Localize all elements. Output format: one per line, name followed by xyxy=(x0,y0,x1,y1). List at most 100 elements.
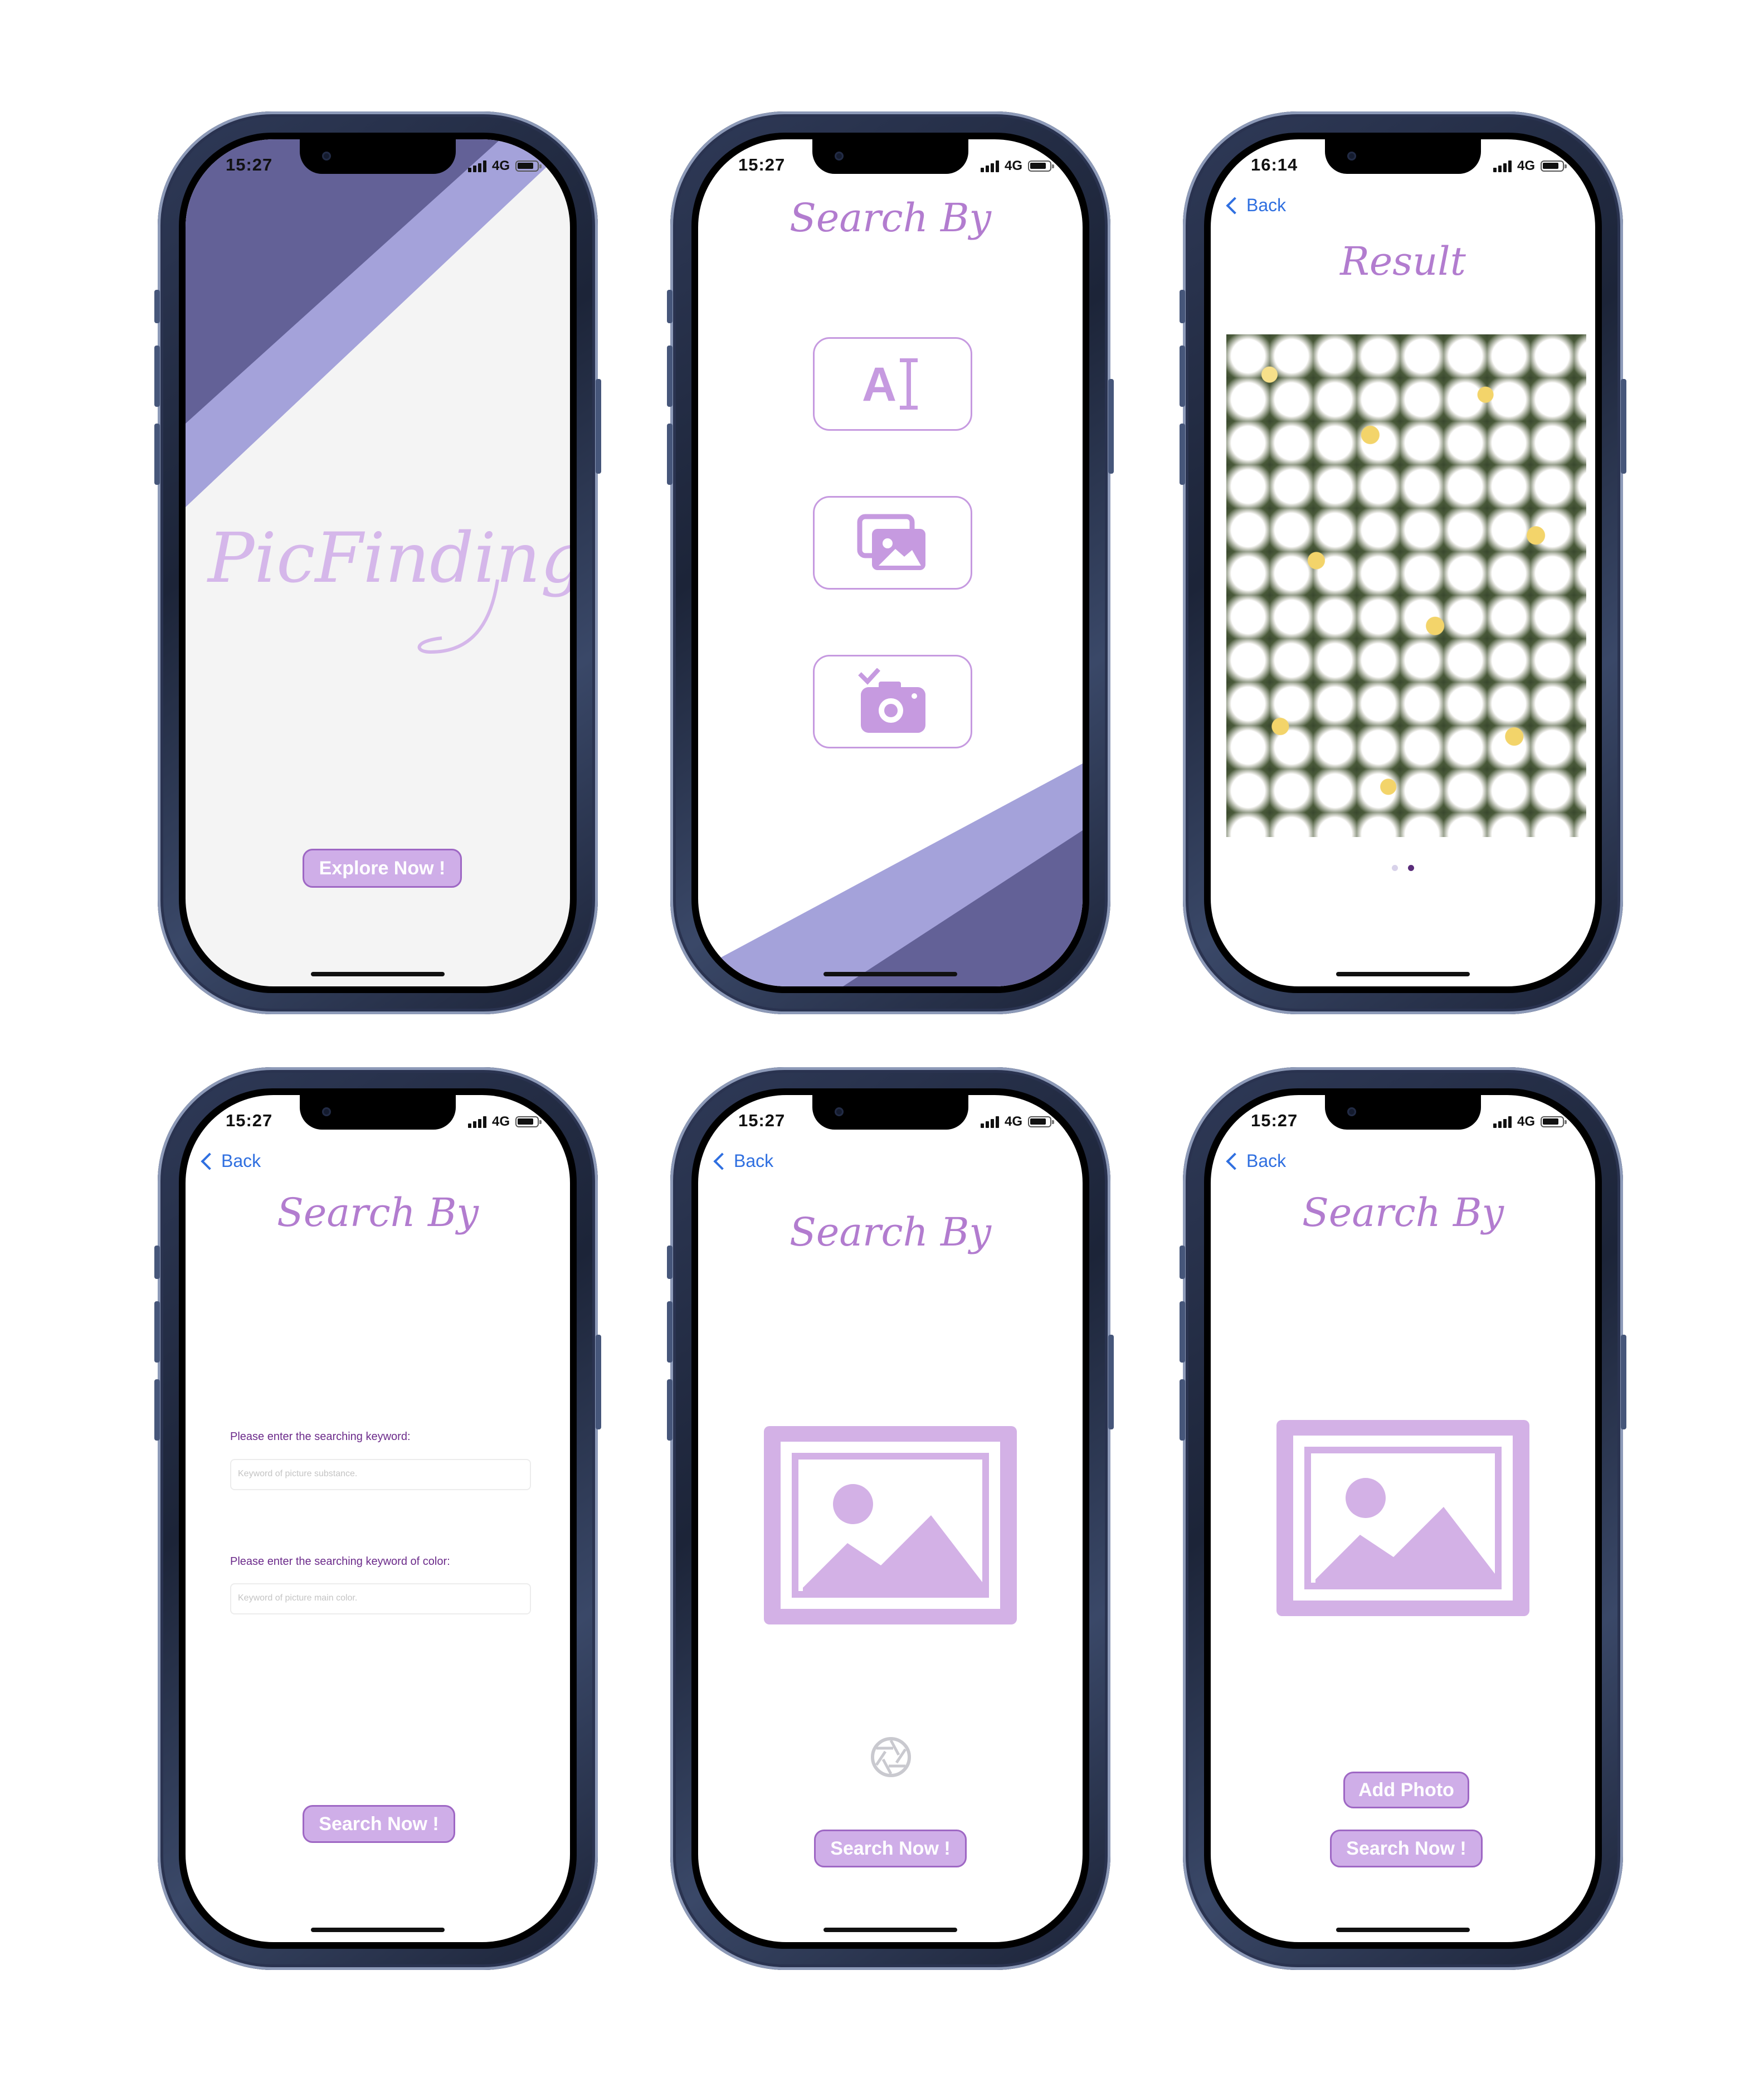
text-search-icon: A xyxy=(862,358,918,411)
explore-button[interactable]: Explore Now ! xyxy=(303,849,462,888)
back-label: Back xyxy=(734,1151,774,1171)
back-label: Back xyxy=(1246,1151,1287,1171)
screen: 15:27 4G PicFinding Explore Now ! xyxy=(179,133,577,993)
phone-side-button xyxy=(1180,1246,1185,1279)
front-camera xyxy=(835,1107,844,1116)
network-type: 4G xyxy=(1517,158,1535,173)
phone-camera-search: 15:27 4G Back Search By Search Now ! xyxy=(667,1067,1114,1970)
phone-side-button xyxy=(1108,1335,1114,1429)
page-indicator[interactable] xyxy=(1211,865,1595,871)
page-title: Search By xyxy=(276,1190,479,1235)
phone-side-button xyxy=(596,1335,601,1429)
search-now-button[interactable]: Search Now ! xyxy=(814,1830,967,1867)
welcome-display: 15:27 4G PicFinding Explore Now ! xyxy=(186,139,570,986)
phone-side-button xyxy=(1180,1301,1185,1363)
network-type: 4G xyxy=(491,158,510,173)
search-menu-display: 15:27 4G Search By A xyxy=(698,139,1083,986)
phone-keyword-search: 15:27 4G Back Search By Please enter the… xyxy=(154,1067,601,1970)
battery-icon xyxy=(515,1116,542,1127)
phone-side-button xyxy=(154,346,160,407)
back-button[interactable]: Back xyxy=(198,1151,261,1171)
chevron-left-icon xyxy=(201,1152,218,1170)
signal-icon xyxy=(1493,160,1512,172)
screen: 15:27 4G Back Search By Search Now ! xyxy=(691,1088,1089,1949)
signal-icon xyxy=(1493,1116,1512,1128)
phone-result: 16:14 4G Back Result xyxy=(1180,111,1626,1014)
page-dot-active[interactable] xyxy=(1408,865,1414,871)
phone-side-button xyxy=(1180,290,1185,323)
status-time: 15:27 xyxy=(226,1111,273,1130)
phone-side-button xyxy=(667,346,673,407)
front-camera xyxy=(1347,1107,1356,1116)
status-time: 15:27 xyxy=(738,155,786,174)
phone-side-button xyxy=(667,1246,673,1279)
phone-side-button xyxy=(154,290,160,323)
phone-side-button xyxy=(1180,1379,1185,1441)
status-icons: 4G xyxy=(1493,1114,1567,1130)
battery-icon xyxy=(1028,1116,1054,1127)
back-button[interactable]: Back xyxy=(710,1151,773,1171)
page-title: Result xyxy=(1340,239,1466,284)
screen: 15:27 4G Back Search By Add Photo Search… xyxy=(1204,1088,1602,1949)
keyword-display: 15:27 4G Back Search By Please enter the… xyxy=(186,1095,570,1942)
notch xyxy=(812,1095,968,1130)
page-title: Search By xyxy=(1302,1190,1504,1235)
front-camera xyxy=(1347,152,1356,160)
phone-welcome: 15:27 4G PicFinding Explore Now ! xyxy=(154,111,601,1014)
phone-side-button xyxy=(667,424,673,485)
signal-icon xyxy=(980,1116,999,1128)
result-display: 16:14 4G Back Result xyxy=(1211,139,1595,986)
phone-side-button xyxy=(596,379,601,474)
network-type: 4G xyxy=(1517,1114,1535,1129)
screen: 15:27 4G Back Search By Please enter the… xyxy=(179,1088,577,1949)
text-search-option[interactable]: A xyxy=(813,337,972,431)
status-time: 15:27 xyxy=(1251,1111,1298,1130)
home-indicator xyxy=(823,1928,957,1932)
search-now-button[interactable]: Search Now ! xyxy=(1330,1830,1483,1867)
add-photo-button[interactable]: Add Photo xyxy=(1343,1772,1469,1808)
status-icons: 4G xyxy=(467,158,542,174)
image-placeholder-icon[interactable] xyxy=(764,1426,1017,1624)
network-type: 4G xyxy=(491,1114,510,1129)
keyword-input[interactable]: Keyword of picture substance. xyxy=(230,1459,531,1490)
notch xyxy=(300,1095,456,1130)
network-type: 4G xyxy=(1004,1114,1022,1129)
signal-icon xyxy=(467,160,486,172)
camera-icon xyxy=(858,668,925,733)
notch xyxy=(1325,1095,1481,1130)
page-title: Search By xyxy=(789,195,992,241)
phone-search-menu: 15:27 4G Search By A xyxy=(667,111,1114,1014)
camera-search-option[interactable] xyxy=(813,655,972,748)
battery-icon xyxy=(1541,160,1567,172)
phone-side-button xyxy=(1621,379,1626,474)
phone-side-button xyxy=(1180,424,1185,485)
result-image xyxy=(1226,334,1586,837)
home-indicator xyxy=(823,972,957,976)
phone-side-button xyxy=(1180,346,1185,407)
status-icons: 4G xyxy=(980,158,1054,174)
search-now-button[interactable]: Search Now ! xyxy=(303,1805,455,1843)
network-type: 4G xyxy=(1004,158,1022,173)
camera-display: 15:27 4G Back Search By Search Now ! xyxy=(698,1095,1083,1942)
battery-icon xyxy=(1028,160,1054,172)
page-dot[interactable] xyxy=(1392,865,1398,871)
image-placeholder-icon[interactable] xyxy=(1276,1420,1529,1616)
color-input[interactable]: Keyword of picture main color. xyxy=(230,1583,531,1614)
phone-photo-search: 15:27 4G Back Search By Add Photo Search… xyxy=(1180,1067,1626,1970)
status-time: 15:27 xyxy=(226,155,273,174)
logo-swash xyxy=(417,579,499,654)
status-icons: 4G xyxy=(980,1114,1054,1130)
gallery-search-option[interactable] xyxy=(813,496,972,590)
status-time: 15:27 xyxy=(738,1111,786,1130)
shutter-icon[interactable] xyxy=(870,1736,912,1778)
signal-icon xyxy=(980,160,999,172)
phone-side-button xyxy=(1621,1335,1626,1429)
chevron-left-icon xyxy=(1226,196,1244,215)
back-label: Back xyxy=(221,1151,261,1171)
back-button[interactable]: Back xyxy=(1223,195,1286,216)
phone-side-button xyxy=(154,1301,160,1363)
back-button[interactable]: Back xyxy=(1223,1151,1286,1171)
front-camera xyxy=(322,1107,331,1116)
color-label: Please enter the searching keyword of co… xyxy=(230,1555,450,1568)
photo-display: 15:27 4G Back Search By Add Photo Search… xyxy=(1211,1095,1595,1942)
